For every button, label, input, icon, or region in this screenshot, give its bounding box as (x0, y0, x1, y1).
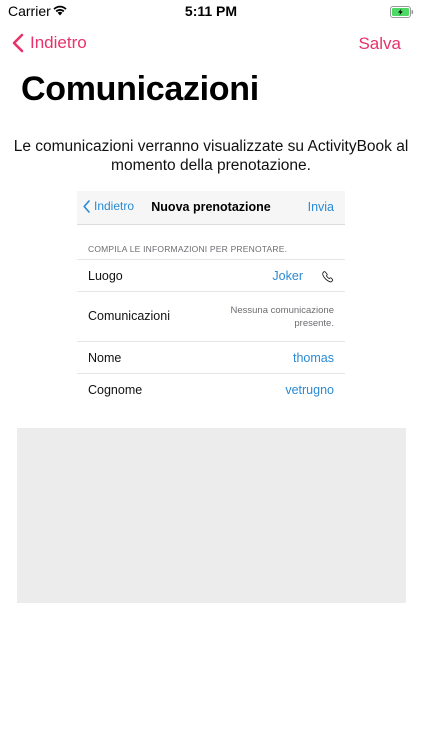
row-value: vetrugno (285, 383, 334, 397)
screen: Carrier 5:11 PM Indietro Salva Comunicaz… (0, 0, 422, 750)
clock: 5:11 PM (184, 3, 238, 19)
page-description: Le comunicazioni verranno visualizzate s… (13, 138, 409, 174)
section-header: COMPILA LE INFORMAZIONI PER PRENOTARE. (88, 244, 288, 254)
row-value: thomas (293, 351, 334, 365)
battery-charging-icon (390, 5, 414, 18)
row-label: Cognome (88, 383, 143, 397)
back-button-label: Indietro (30, 33, 87, 52)
content-placeholder (17, 428, 406, 603)
row-luogo[interactable]: Luogo Joker (77, 259, 345, 292)
row-label: Comunicazioni (88, 309, 170, 323)
row-label: Luogo (88, 269, 123, 283)
back-button[interactable]: Indietro (12, 33, 87, 53)
phone-icon[interactable] (321, 270, 335, 284)
chevron-left-icon (12, 33, 24, 53)
row-note: Nessuna comunicazione presente. (230, 305, 334, 329)
send-button[interactable]: Invia (308, 200, 334, 214)
row-cognome[interactable]: Cognome vetrugno (77, 373, 345, 406)
row-value: Joker (272, 269, 303, 283)
save-button[interactable]: Salva (358, 34, 401, 54)
row-label: Nome (88, 351, 122, 365)
preview-title: Nuova prenotazione (151, 200, 271, 214)
preview-nav-bar: Indietro Nuova prenotazione Invia (77, 191, 345, 225)
status-bar: Carrier 5:11 PM (0, 0, 422, 22)
page-title: Comunicazioni (21, 70, 259, 108)
row-comunicazioni[interactable]: Comunicazioni Nessuna comunicazione pres… (77, 291, 345, 342)
row-nome[interactable]: Nome thomas (77, 341, 345, 374)
booking-preview: Indietro Nuova prenotazione Invia COMPIL… (77, 191, 345, 405)
